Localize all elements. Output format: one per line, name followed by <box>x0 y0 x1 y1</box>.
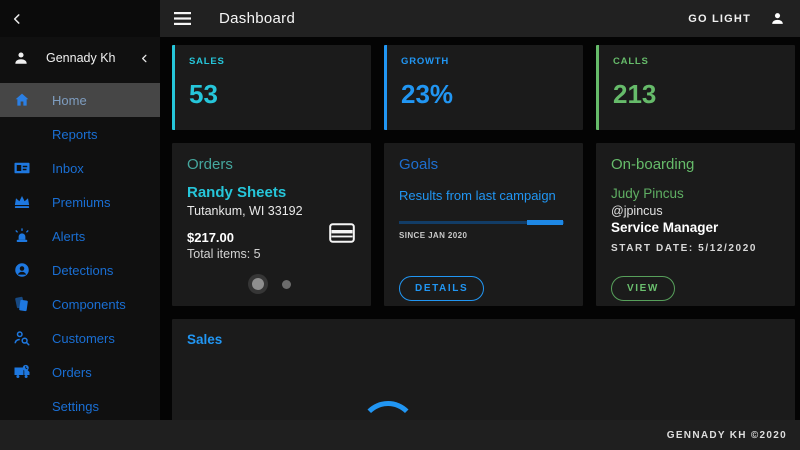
user-row[interactable]: Gennady Kh <box>0 37 160 79</box>
sidebar-item-label: Components <box>52 296 126 312</box>
menu-icon[interactable] <box>174 12 191 25</box>
stat-label: GROWTH <box>401 56 450 67</box>
sidebar-item-label: Settings <box>52 398 99 414</box>
sidebar-item-premiums[interactable]: Premiums <box>0 185 160 219</box>
orders-card-title: Orders <box>187 156 233 173</box>
sidebar-item-orders[interactable]: Orders <box>0 355 160 389</box>
loading-spinner-icon <box>359 401 417 420</box>
onboarding-handle: @jpincus <box>611 204 663 218</box>
page-title: Dashboard <box>219 10 296 27</box>
person-search-icon <box>13 329 31 347</box>
stat-label: SALES <box>189 56 225 67</box>
order-customer-name: Randy Sheets <box>187 184 287 201</box>
user-icon <box>12 49 30 67</box>
sidebar-item-customers[interactable]: Customers <box>0 321 160 355</box>
carousel-dots <box>172 278 371 290</box>
stat-value: 213 <box>613 79 657 109</box>
stats-row: SALES 53 GROWTH 23% CALLS 213 <box>172 45 795 130</box>
go-light-button[interactable]: GO LIGHT <box>680 7 759 31</box>
onboarding-role: Service Manager <box>611 220 719 235</box>
sidebar-header <box>0 0 160 37</box>
sidebar-item-reports[interactable]: Reports <box>0 117 160 151</box>
delivery-truck-icon <box>13 363 31 381</box>
crown-icon <box>13 193 31 211</box>
goals-card: Goals Results from last campaign SINCE J… <box>384 143 583 306</box>
stat-value: 23% <box>401 79 454 109</box>
sales-chart-title: Sales <box>187 332 223 347</box>
sidebar: Gennady Kh Home Reports Inbox Premiums A… <box>0 0 160 420</box>
sales-chart-card: Sales <box>172 319 795 420</box>
sidebar-item-label: Premiums <box>52 194 111 210</box>
sidebar-item-label: Home <box>52 92 87 108</box>
sidebar-item-alerts[interactable]: Alerts <box>0 219 160 253</box>
sidebar-item-inbox[interactable]: Inbox <box>0 151 160 185</box>
onboarding-card: On-boarding Judy Pincus @jpincus Service… <box>596 143 795 306</box>
carousel-dot-1[interactable] <box>252 278 264 290</box>
growth-stat-card: GROWTH 23% <box>384 45 583 130</box>
sidebar-item-label: Alerts <box>52 228 86 244</box>
goals-card-title: Goals <box>399 156 439 173</box>
details-button[interactable]: DETAILS <box>399 276 485 301</box>
goals-subtitle: Results from last campaign <box>399 188 556 203</box>
credit-card-icon <box>329 223 355 243</box>
goals-caption: SINCE JAN 2020 <box>399 231 468 240</box>
orders-card: Orders Randy Sheets Tutankum, WI 33192 $… <box>172 143 371 306</box>
cards-row: Orders Randy Sheets Tutankum, WI 33192 $… <box>172 143 795 306</box>
top-bar: Dashboard GO LIGHT <box>160 0 800 37</box>
order-address: Tutankum, WI 33192 <box>187 204 303 218</box>
onboarding-name: Judy Pincus <box>611 186 684 201</box>
order-total-items: Total items: 5 <box>187 247 261 261</box>
sidebar-item-label: Detections <box>52 262 114 278</box>
account-icon[interactable] <box>769 10 786 27</box>
stat-value: 53 <box>189 79 218 109</box>
siren-icon <box>13 227 31 245</box>
inbox-icon <box>13 159 31 177</box>
main-content: SALES 53 GROWTH 23% CALLS 213 Orders Ran… <box>160 37 800 420</box>
sidebar-item-label: Orders <box>52 364 92 380</box>
collapse-user-icon[interactable] <box>139 53 150 64</box>
sidebar-item-settings[interactable]: Settings <box>0 389 160 423</box>
carousel-dot-2[interactable] <box>282 279 291 289</box>
calls-stat-card: CALLS 213 <box>596 45 795 130</box>
sidebar-menu: Home Reports Inbox Premiums Alerts Detec… <box>0 83 160 423</box>
sales-stat-card: SALES 53 <box>172 45 371 130</box>
home-icon <box>13 91 31 109</box>
sidebar-item-home[interactable]: Home <box>0 83 160 117</box>
view-button[interactable]: VIEW <box>611 276 675 301</box>
onboarding-card-title: On-boarding <box>611 156 695 173</box>
stat-label: CALLS <box>613 56 649 67</box>
sidebar-item-label: Inbox <box>52 160 84 176</box>
footer-copyright: GENNADY KH ©2020 <box>666 429 787 441</box>
detective-icon <box>13 261 31 279</box>
sidebar-item-label: Reports <box>52 126 98 142</box>
sidebar-item-label: Customers <box>52 330 115 346</box>
onboarding-start-date: START DATE: 5/12/2020 <box>611 243 758 254</box>
collapse-sidebar-icon[interactable] <box>10 12 24 26</box>
sidebar-item-detections[interactable]: Detections <box>0 253 160 287</box>
footer: GENNADY KH ©2020 <box>0 420 800 450</box>
goals-progress-chunk <box>527 220 563 225</box>
goals-progress-bar <box>399 220 568 225</box>
cards-icon <box>13 295 31 313</box>
user-name: Gennady Kh <box>46 51 116 65</box>
sidebar-item-components[interactable]: Components <box>0 287 160 321</box>
